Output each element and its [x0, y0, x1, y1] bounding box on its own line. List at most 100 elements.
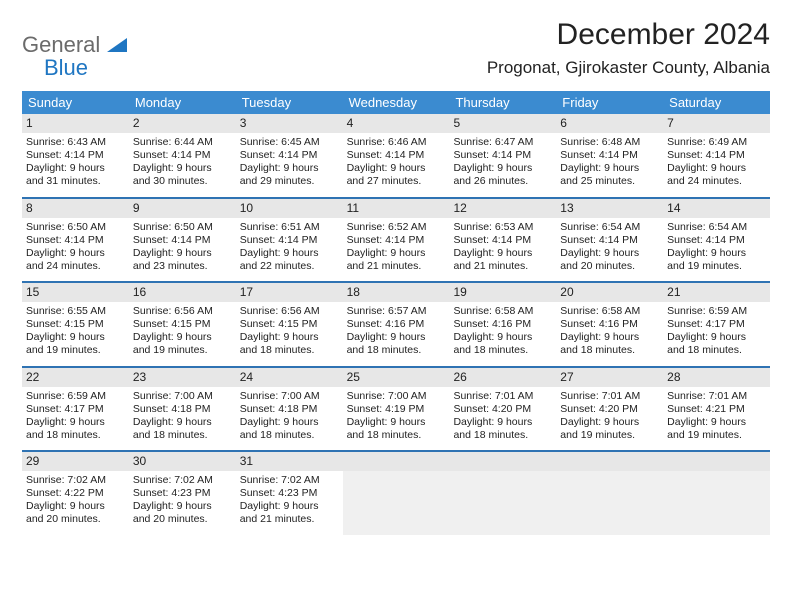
- day-cell: 30Sunrise: 7:02 AMSunset: 4:23 PMDayligh…: [129, 452, 236, 535]
- day-number: 6: [556, 114, 663, 133]
- week-row: 29Sunrise: 7:02 AMSunset: 4:22 PMDayligh…: [22, 452, 770, 535]
- day-sr: Sunrise: 7:01 AM: [560, 390, 659, 403]
- dow-tuesday: Tuesday: [236, 91, 343, 114]
- day-d1: Daylight: 9 hours: [133, 162, 232, 175]
- day-body: Sunrise: 6:50 AMSunset: 4:14 PMDaylight:…: [22, 218, 129, 282]
- day-d1: Daylight: 9 hours: [133, 416, 232, 429]
- day-d1: Daylight: 9 hours: [453, 416, 552, 429]
- day-ss: Sunset: 4:15 PM: [133, 318, 232, 331]
- day-ss: Sunset: 4:14 PM: [453, 149, 552, 162]
- day-ss: Sunset: 4:14 PM: [26, 234, 125, 247]
- day-body: Sunrise: 6:52 AMSunset: 4:14 PMDaylight:…: [343, 218, 450, 282]
- day-cell: [449, 452, 556, 535]
- dow-wednesday: Wednesday: [343, 91, 450, 114]
- day-ss: Sunset: 4:15 PM: [26, 318, 125, 331]
- day-d2: and 20 minutes.: [133, 513, 232, 526]
- day-cell: 4 Sunrise: 6:46 AMSunset: 4:14 PMDaylight…: [343, 114, 450, 197]
- day-number: 3: [236, 114, 343, 133]
- day-d2: and 18 minutes.: [453, 429, 552, 442]
- day-cell: [343, 452, 450, 535]
- day-d2: and 19 minutes.: [560, 429, 659, 442]
- day-sr: Sunrise: 6:50 AM: [133, 221, 232, 234]
- day-d2: and 18 minutes.: [240, 344, 339, 357]
- day-number: 4: [343, 114, 450, 133]
- day-number: 9: [129, 199, 236, 218]
- day-d1: Daylight: 9 hours: [240, 500, 339, 513]
- day-d2: and 18 minutes.: [240, 429, 339, 442]
- day-d1: Daylight: 9 hours: [240, 247, 339, 260]
- day-d1: Daylight: 9 hours: [453, 331, 552, 344]
- day-d1: Daylight: 9 hours: [667, 162, 766, 175]
- day-d1: Daylight: 9 hours: [26, 416, 125, 429]
- day-sr: Sunrise: 7:01 AM: [453, 390, 552, 403]
- day-sr: Sunrise: 6:56 AM: [133, 305, 232, 318]
- day-d2: and 18 minutes.: [667, 344, 766, 357]
- day-number: 17: [236, 283, 343, 302]
- day-number: 12: [449, 199, 556, 218]
- day-body: Sunrise: 6:43 AMSunset: 4:14 PMDaylight:…: [22, 133, 129, 197]
- day-ss: Sunset: 4:14 PM: [347, 149, 446, 162]
- day-number: 14: [663, 199, 770, 218]
- day-sr: Sunrise: 6:46 AM: [347, 136, 446, 149]
- day-body: Sunrise: 6:44 AMSunset: 4:14 PMDaylight:…: [129, 133, 236, 197]
- day-d1: Daylight: 9 hours: [26, 331, 125, 344]
- day-ss: Sunset: 4:14 PM: [667, 149, 766, 162]
- day-body: Sunrise: 7:00 AMSunset: 4:18 PMDaylight:…: [236, 387, 343, 451]
- day-cell: [663, 452, 770, 535]
- day-ss: Sunset: 4:14 PM: [133, 149, 232, 162]
- day-number: 28: [663, 368, 770, 387]
- dow-thursday: Thursday: [449, 91, 556, 114]
- day-d2: and 22 minutes.: [240, 260, 339, 273]
- day-number: 18: [343, 283, 450, 302]
- day-body: Sunrise: 6:51 AMSunset: 4:14 PMDaylight:…: [236, 218, 343, 282]
- day-body: Sunrise: 6:48 AMSunset: 4:14 PMDaylight:…: [556, 133, 663, 197]
- day-body: Sunrise: 7:01 AMSunset: 4:20 PMDaylight:…: [556, 387, 663, 451]
- day-sr: Sunrise: 6:47 AM: [453, 136, 552, 149]
- day-d1: Daylight: 9 hours: [453, 247, 552, 260]
- week-row: 8Sunrise: 6:50 AMSunset: 4:14 PMDaylight…: [22, 199, 770, 284]
- day-ss: Sunset: 4:20 PM: [453, 403, 552, 416]
- day-d1: Daylight: 9 hours: [347, 162, 446, 175]
- dow-friday: Friday: [556, 91, 663, 114]
- day-cell: 25Sunrise: 7:00 AMSunset: 4:19 PMDayligh…: [343, 368, 450, 451]
- day-d2: and 30 minutes.: [133, 175, 232, 188]
- dow-sunday: Sunday: [22, 91, 129, 114]
- week-row: 1Sunrise: 6:43 AMSunset: 4:14 PMDaylight…: [22, 114, 770, 199]
- day-body: Sunrise: 6:58 AMSunset: 4:16 PMDaylight:…: [556, 302, 663, 366]
- day-body: Sunrise: 7:00 AMSunset: 4:19 PMDaylight:…: [343, 387, 450, 451]
- day-ss: Sunset: 4:17 PM: [26, 403, 125, 416]
- day-d1: Daylight: 9 hours: [347, 331, 446, 344]
- day-body: Sunrise: 6:59 AMSunset: 4:17 PMDaylight:…: [663, 302, 770, 366]
- day-ss: Sunset: 4:14 PM: [560, 234, 659, 247]
- calendar-grid: Sunday Monday Tuesday Wednesday Thursday…: [22, 91, 770, 535]
- day-ss: Sunset: 4:18 PM: [240, 403, 339, 416]
- day-d2: and 24 minutes.: [667, 175, 766, 188]
- day-body: Sunrise: 7:01 AMSunset: 4:20 PMDaylight:…: [449, 387, 556, 451]
- day-cell: 31Sunrise: 7:02 AMSunset: 4:23 PMDayligh…: [236, 452, 343, 535]
- day-ss: Sunset: 4:23 PM: [133, 487, 232, 500]
- page-title: December 2024: [487, 18, 770, 52]
- logo-triangle-icon: [107, 38, 127, 57]
- day-d1: Daylight: 9 hours: [26, 162, 125, 175]
- day-body: Sunrise: 6:50 AMSunset: 4:14 PMDaylight:…: [129, 218, 236, 282]
- day-d2: and 19 minutes.: [133, 344, 232, 357]
- day-body: Sunrise: 6:45 AMSunset: 4:14 PMDaylight:…: [236, 133, 343, 197]
- day-cell: 16Sunrise: 6:56 AMSunset: 4:15 PMDayligh…: [129, 283, 236, 366]
- day-sr: Sunrise: 6:58 AM: [560, 305, 659, 318]
- day-d1: Daylight: 9 hours: [26, 500, 125, 513]
- day-body: Sunrise: 6:54 AMSunset: 4:14 PMDaylight:…: [556, 218, 663, 282]
- day-d1: Daylight: 9 hours: [240, 331, 339, 344]
- day-cell: 27Sunrise: 7:01 AMSunset: 4:20 PMDayligh…: [556, 368, 663, 451]
- day-d2: and 26 minutes.: [453, 175, 552, 188]
- day-sr: Sunrise: 6:59 AM: [667, 305, 766, 318]
- day-sr: Sunrise: 6:56 AM: [240, 305, 339, 318]
- day-number: 8: [22, 199, 129, 218]
- day-number: 16: [129, 283, 236, 302]
- day-ss: Sunset: 4:16 PM: [560, 318, 659, 331]
- day-ss: Sunset: 4:18 PM: [133, 403, 232, 416]
- day-d2: and 25 minutes.: [560, 175, 659, 188]
- day-body: Sunrise: 6:57 AMSunset: 4:16 PMDaylight:…: [343, 302, 450, 366]
- day-cell: 2Sunrise: 6:44 AMSunset: 4:14 PMDaylight…: [129, 114, 236, 197]
- day-number: 29: [22, 452, 129, 471]
- day-d2: and 23 minutes.: [133, 260, 232, 273]
